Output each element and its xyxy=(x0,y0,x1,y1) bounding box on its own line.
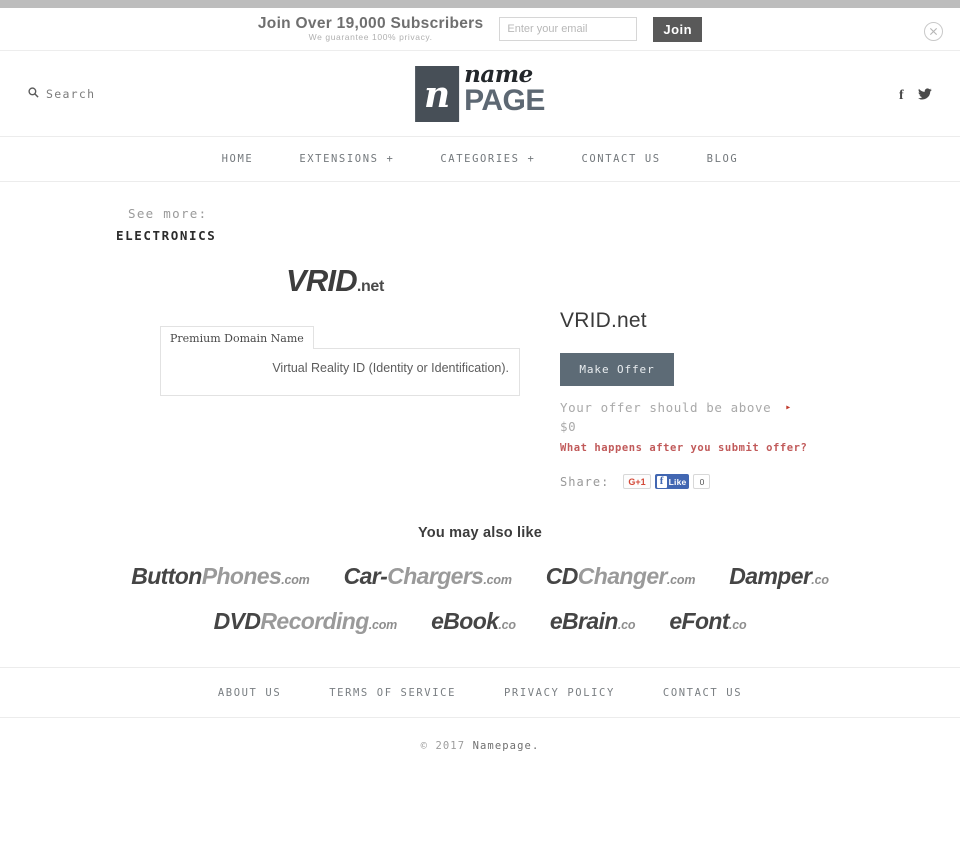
see-more-block: See more: ELECTRONICS xyxy=(0,182,960,243)
search-label: Search xyxy=(46,86,96,101)
related-item[interactable]: Car-Chargers.com xyxy=(344,563,512,590)
offer-minimum-amount: $0 xyxy=(560,419,577,434)
related-item-part-b: Recording xyxy=(260,608,369,634)
related-item[interactable]: ButtonPhones.com xyxy=(131,563,310,590)
subscribe-inner: Join Over 19,000 Subscribers We guarante… xyxy=(257,14,703,43)
related-section: You may also like ButtonPhones.com Car-C… xyxy=(0,525,960,635)
twitter-icon[interactable] xyxy=(918,87,932,101)
search-icon xyxy=(28,85,39,103)
footer-link-contact-us[interactable]: CONTACT US xyxy=(663,687,742,699)
offer-note-text: Your offer should be above xyxy=(560,400,772,415)
offer-arrow-icon: ▸ xyxy=(785,402,792,413)
related-item-part-a: eBrain xyxy=(549,608,619,634)
site-logo[interactable]: n name PAGE xyxy=(415,60,545,122)
google-plus-share-button[interactable]: G+1 xyxy=(623,474,651,489)
offer-info-link[interactable]: What happens after you submit offer? xyxy=(560,442,807,454)
related-item-part-a: Damper xyxy=(729,563,812,589)
facebook-like-count[interactable]: 0 xyxy=(693,474,711,489)
subscribe-title: Join Over 19,000 Subscribers xyxy=(257,14,484,32)
subscribe-bar: Join Over 19,000 Subscribers We guarante… xyxy=(0,8,960,51)
subscribe-texts: Join Over 19,000 Subscribers We guarante… xyxy=(257,14,484,43)
footer-link-terms-of-service[interactable]: TERMS OF SERVICE xyxy=(329,687,456,699)
related-item-part-a: DVD xyxy=(213,608,261,634)
logo-text: name PAGE xyxy=(464,60,545,118)
related-item[interactable]: eFont.co xyxy=(669,608,746,635)
close-circle-icon[interactable] xyxy=(924,22,943,41)
copyright-prefix: © 2017 xyxy=(420,740,473,752)
related-row: ButtonPhones.com Car-Chargers.com CDChan… xyxy=(0,563,960,590)
related-item-tld: .com xyxy=(666,573,696,587)
facebook-icon: f xyxy=(656,475,667,488)
product-right-column: VRID.net Make Offer Your offer should be… xyxy=(540,263,807,489)
domain-logo-main: VRID xyxy=(285,263,358,298)
related-item-part-b: Phones xyxy=(201,563,282,589)
description-panel: Premium Domain Name Virtual Reality ID (… xyxy=(160,326,520,396)
related-item-part-a: Button xyxy=(131,563,202,589)
related-item-tld: .co xyxy=(617,618,636,632)
footer-link-about-us[interactable]: ABOUT US xyxy=(218,687,281,699)
logo-mark-glyph: n xyxy=(424,73,451,116)
related-item[interactable]: eBrain.co xyxy=(549,608,636,635)
footer-copyright-bar: © 2017 Namepage. xyxy=(0,718,960,774)
description-tab[interactable]: Premium Domain Name xyxy=(160,326,314,349)
product-section: VRID.net Premium Domain Name Virtual Rea… xyxy=(0,243,960,489)
footer-link-privacy-policy[interactable]: PRIVACY POLICY xyxy=(504,687,615,699)
related-item[interactable]: eBook.co xyxy=(431,608,516,635)
related-item-tld: .com xyxy=(368,618,398,632)
share-row: Share: G+1 f Like 0 xyxy=(560,474,807,489)
logo-name-text: name xyxy=(464,60,533,88)
facebook-icon[interactable]: f xyxy=(896,87,908,103)
nav-item-extensions[interactable]: EXTENSIONS + xyxy=(299,153,394,165)
facebook-like-button[interactable]: f Like xyxy=(654,474,690,489)
related-item-part-b: Changer xyxy=(577,563,668,589)
logo-page-text: PAGE xyxy=(464,84,545,118)
related-title: You may also like xyxy=(417,525,543,541)
nav-item-categories[interactable]: CATEGORIES + xyxy=(440,153,535,165)
copyright-name: Namepage. xyxy=(472,740,540,752)
domain-logo: VRID.net xyxy=(130,263,540,299)
copyright: © 2017 Namepage. xyxy=(421,740,540,752)
facebook-like-label: Like xyxy=(668,476,687,487)
nav-item-contact-us[interactable]: CONTACT US xyxy=(581,153,660,165)
related-item-tld: .co xyxy=(811,573,829,587)
related-item-part-b: Chargers xyxy=(387,563,484,589)
nav-item-home[interactable]: HOME xyxy=(222,153,254,165)
related-item-part-a: eFont xyxy=(669,608,729,634)
social-links: f xyxy=(896,87,932,103)
related-item[interactable]: CDChanger.com xyxy=(546,563,696,590)
related-item-tld: .co xyxy=(498,618,516,632)
related-item-tld: .com xyxy=(483,573,512,587)
description-body: Virtual Reality ID (Identity or Identifi… xyxy=(160,348,520,396)
join-button[interactable]: Join xyxy=(653,16,703,42)
email-input[interactable] xyxy=(499,17,638,41)
share-label: Share: xyxy=(560,474,610,489)
domain-logo-tld: .net xyxy=(356,278,385,295)
see-more-category[interactable]: ELECTRONICS xyxy=(116,228,960,243)
site-header: Search n name PAGE f xyxy=(0,51,960,137)
share-buttons: G+1 f Like 0 xyxy=(623,474,711,489)
offer-note: Your offer should be above ▸ xyxy=(560,400,807,415)
top-accent-bar xyxy=(0,0,960,8)
related-item[interactable]: DVDRecording.com xyxy=(213,608,398,635)
main-content: See more: ELECTRONICS VRID.net Premium D… xyxy=(0,182,960,774)
nav-item-blog[interactable]: BLOG xyxy=(707,153,739,165)
related-item-tld: .com xyxy=(281,573,310,587)
related-item[interactable]: Damper.co xyxy=(729,563,829,590)
related-row: DVDRecording.com eBook.co eBrain.co eFon… xyxy=(0,608,960,635)
related-item-tld: .co xyxy=(728,618,747,632)
product-left-column: VRID.net Premium Domain Name Virtual Rea… xyxy=(0,263,540,489)
related-item-part-a: CD xyxy=(545,563,579,589)
make-offer-button[interactable]: Make Offer xyxy=(560,353,674,386)
related-item-part-a: Car- xyxy=(343,563,388,589)
svg-text:f: f xyxy=(899,88,904,101)
search-button[interactable]: Search xyxy=(28,85,95,103)
main-nav: HOME EXTENSIONS + CATEGORIES + CONTACT U… xyxy=(0,137,960,182)
logo-mark-icon: n xyxy=(415,65,460,122)
related-item-part-a: eBook xyxy=(431,608,499,634)
page-title: VRID.net xyxy=(560,309,647,332)
see-more-label: See more: xyxy=(128,206,208,221)
footer-nav: ABOUT US TERMS OF SERVICE PRIVACY POLICY… xyxy=(0,667,960,718)
subscribe-subtitle: We guarantee 100% privacy. xyxy=(308,32,433,43)
